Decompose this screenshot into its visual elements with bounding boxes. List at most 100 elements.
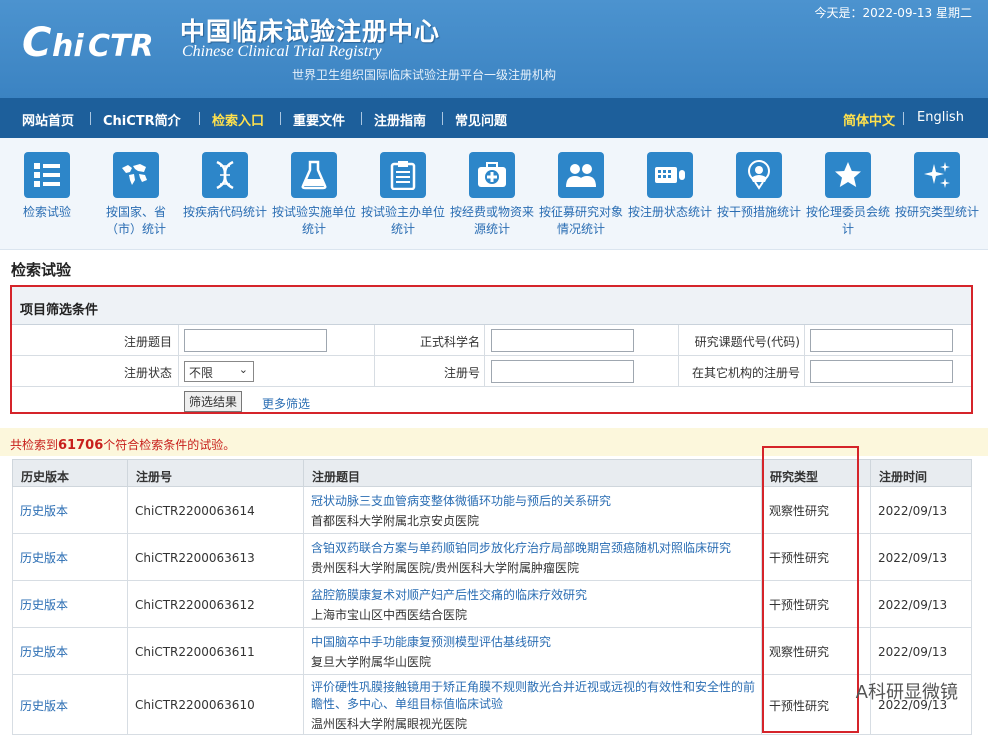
reg-title-input[interactable] [184, 329, 327, 352]
label-project-code: 研究课题代号(代码) [694, 335, 800, 349]
filter-button[interactable]: 筛选结果 [184, 391, 243, 412]
nav-separator [199, 112, 200, 125]
history-link[interactable]: 历史版本 [20, 643, 68, 660]
nav-documents[interactable]: 重要文件 [293, 110, 345, 129]
nav-separator [361, 112, 362, 125]
label-reg-status: 注册状态 [123, 366, 172, 380]
nav-search[interactable]: 检索入口 [212, 110, 264, 129]
sparkle-icon [914, 152, 960, 198]
clipboard-icon [380, 152, 426, 198]
svg-text:C: C [22, 20, 51, 66]
other-reg-no-input[interactable] [810, 360, 953, 383]
stats-icon-bar: 检索试验 按国家、省（市）统计 按疾病代码统计 按试验实施单位统计 按试验主办单… [0, 138, 988, 250]
svg-text:hi: hi [52, 29, 84, 64]
divider [374, 325, 375, 356]
reg-status-select[interactable]: 不限 ⌄ [184, 361, 254, 382]
flask-icon [291, 152, 337, 198]
reg-no-input[interactable] [491, 360, 634, 383]
reg-no-cell: ChiCTR2200063612 [127, 581, 304, 628]
nav-faq[interactable]: 常见问题 [455, 110, 507, 129]
icon-by-implementer[interactable]: 按试验实施单位统计 [272, 152, 356, 238]
project-code-input[interactable] [810, 329, 953, 352]
nav-separator [90, 112, 91, 125]
result-suffix: 个符合检索条件的试验。 [103, 438, 236, 452]
divider [178, 356, 179, 387]
trial-title-link[interactable]: 含铂双药联合方案与单药顺铂同步放化疗治疗局部晚期宫颈癌随机对照临床研究 [311, 539, 731, 556]
more-filter-link[interactable]: 更多筛选 [262, 395, 310, 412]
nav-separator [280, 112, 281, 125]
keyboard-icon [647, 152, 693, 198]
icon-by-intervention[interactable]: 按干预措施统计 [717, 152, 801, 221]
divider [484, 356, 485, 387]
study-type-highlight [762, 446, 859, 733]
col-reg-date: 注册时间 [870, 459, 972, 487]
history-link[interactable]: 历史版本 [20, 697, 68, 714]
icon-search-trial[interactable]: 检索试验 [5, 152, 89, 221]
history-link[interactable]: 历史版本 [20, 596, 68, 613]
svg-text:CTR: CTR [88, 29, 154, 64]
sci-name-input[interactable] [491, 329, 634, 352]
filter-row-2: 注册状态 不限 ⌄ 注册号 在其它机构的注册号 [12, 356, 971, 387]
watermark: A科研显微镜 [855, 682, 958, 703]
nav-separator [442, 112, 443, 125]
trial-title-link[interactable]: 冠状动脉三支血管病变整体微循环功能与预后的关系研究 [311, 492, 611, 509]
lang-chinese[interactable]: 简体中文 [843, 110, 895, 129]
people-icon [558, 152, 604, 198]
col-title: 注册题目 [303, 459, 762, 487]
result-prefix: 共检索到 [10, 438, 59, 452]
trial-title-link[interactable]: 盆腔筋膜康复术对顺产妇产后性交痛的临床疗效研究 [311, 586, 587, 603]
icon-by-funding[interactable]: 按经费或物资来源统计 [450, 152, 534, 238]
lang-english[interactable]: English [917, 110, 964, 125]
icon-by-sponsor[interactable]: 按试验主办单位统计 [361, 152, 445, 238]
history-link[interactable]: 历史版本 [20, 502, 68, 519]
icon-by-study-type[interactable]: 按研究类型统计 [895, 152, 979, 221]
site-title-en: Chinese Clinical Trial Registry [182, 43, 382, 60]
section-title: 检索试验 [11, 261, 72, 279]
col-history: 历史版本 [12, 459, 128, 487]
nav-separator [903, 112, 904, 125]
divider [374, 356, 375, 387]
chictr-logo[interactable]: C hi CTR [20, 14, 170, 66]
star-icon [825, 152, 871, 198]
filter-title: 项目筛选条件 [12, 287, 971, 325]
divider [804, 325, 805, 356]
reg-date-cell: 2022/09/13 [870, 628, 972, 675]
chevron-down-icon: ⌄ [238, 363, 248, 376]
icon-by-disease[interactable]: 按疾病代码统计 [183, 152, 267, 221]
label-reg-title: 注册题目 [123, 335, 172, 349]
map-icon [113, 152, 159, 198]
reg-no-cell: ChiCTR2200063611 [127, 628, 304, 675]
reg-no-cell: ChiCTR2200063610 [127, 675, 304, 735]
nav-about[interactable]: ChiCTR简介 [103, 110, 181, 129]
medkit-icon [469, 152, 515, 198]
reg-date-cell: 2022/09/13 [870, 534, 972, 581]
icon-by-status[interactable]: 按注册状态统计 [628, 152, 712, 221]
icon-by-recruitment[interactable]: 按征募研究对象情况统计 [539, 152, 623, 238]
divider [484, 325, 485, 356]
reg-date-cell: 2022/09/13 [870, 487, 972, 534]
trial-org: 复旦大学附属华山医院 [311, 655, 432, 669]
filter-row-1: 注册题目 正式科学名 研究课题代号(代码) [12, 325, 971, 356]
site-header: C hi CTR 中国临床试验注册中心 Chinese Clinical Tri… [0, 0, 988, 98]
list-icon [24, 152, 70, 198]
reg-no-cell: ChiCTR2200063613 [127, 534, 304, 581]
today-date: 今天是：2022-09-13 星期二 [814, 6, 972, 20]
history-link[interactable]: 历史版本 [20, 549, 68, 566]
divider [678, 325, 679, 356]
nav-home[interactable]: 网站首页 [22, 110, 74, 129]
icon-by-ethics[interactable]: 按伦理委员会统计 [806, 152, 890, 238]
dna-icon [202, 152, 248, 198]
label-sci-name: 正式科学名 [419, 335, 480, 349]
doctor-icon [736, 152, 782, 198]
trial-org: 温州医科大学附属眼视光医院 [311, 717, 468, 731]
label-reg-no: 注册号 [443, 366, 480, 380]
reg-no-cell: ChiCTR2200063614 [127, 487, 304, 534]
nav-guide[interactable]: 注册指南 [374, 110, 426, 129]
trial-title-link[interactable]: 中国脑卒中手功能康复预测模型评估基线研究 [311, 633, 551, 650]
label-other-reg-no: 在其它机构的注册号 [691, 366, 800, 380]
icon-by-region[interactable]: 按国家、省（市）统计 [94, 152, 178, 238]
reg-date-cell: 2022/09/13 [870, 581, 972, 628]
trial-title-link[interactable]: 评价硬性巩膜接触镜用于矫正角膜不规则散光合并近视或远视的有效性和安全性的前瞻性、… [311, 678, 755, 712]
result-number: 61706 [58, 438, 104, 453]
trial-org: 贵州医科大学附属医院/贵州医科大学附属肿瘤医院 [311, 561, 580, 575]
